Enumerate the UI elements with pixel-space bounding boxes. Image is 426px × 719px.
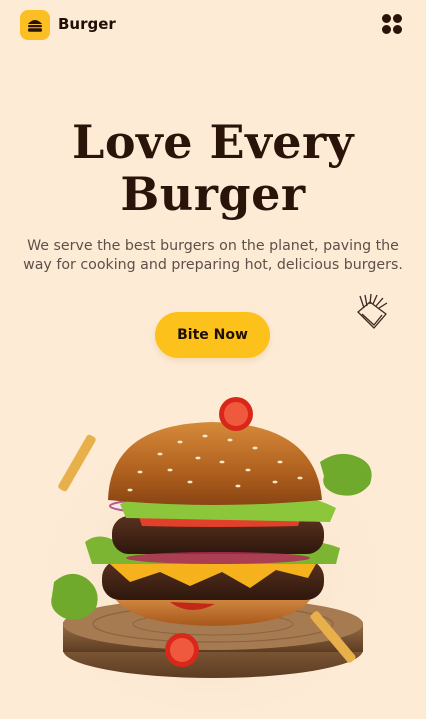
hero-subtitle: We serve the best burgers on the planet,… [23, 238, 403, 273]
burger-logo-icon[interactable] [20, 10, 50, 40]
burger-image [43, 397, 383, 712]
fries-icon [357, 293, 388, 329]
hero-title-line-1: Love Every [71, 115, 355, 169]
hero-title-line-2: Burger [120, 167, 306, 221]
top-bar: Burger [0, 0, 426, 52]
brand-name[interactable]: Burger [58, 15, 116, 33]
grid-menu-icon[interactable] [382, 14, 404, 36]
bite-now-button[interactable]: Bite Now [155, 312, 270, 358]
hero-title: Love Every Burger [0, 116, 426, 220]
